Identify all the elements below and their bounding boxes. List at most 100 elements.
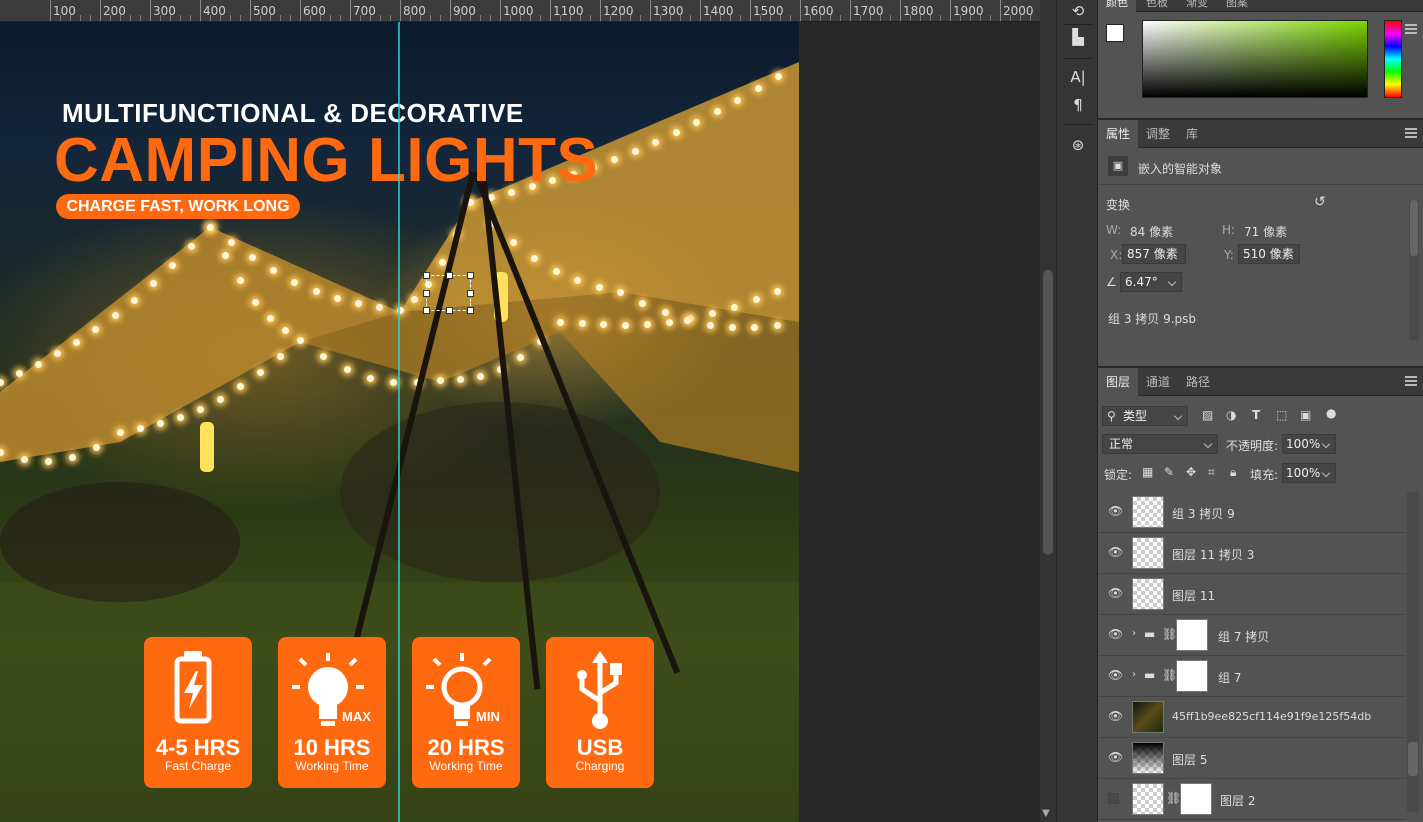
tagline-badge: CHARGE FAST, WORK LONG: [56, 194, 300, 219]
libraries-icon[interactable]: ⊛: [1067, 134, 1089, 156]
layer-row[interactable]: 👁︎ 图层 5: [1098, 738, 1406, 779]
clone-source-icon[interactable]: ▙: [1067, 26, 1089, 48]
layer-name[interactable]: 45ff1b9ee825cf114e91f9e125f54db: [1172, 710, 1371, 723]
height-value[interactable]: 71 像素: [1244, 223, 1287, 240]
layer-name[interactable]: 组 7: [1218, 669, 1241, 686]
layer-name[interactable]: 组 3 拷贝 9: [1172, 505, 1235, 522]
properties-scrollbar[interactable]: [1409, 200, 1419, 340]
transform-handle[interactable]: [467, 307, 474, 314]
layer-row[interactable]: 👁︎ 图层 11: [1098, 574, 1406, 615]
panel-menu-icon[interactable]: [1405, 24, 1417, 34]
transform-handle[interactable]: [446, 307, 453, 314]
lock-all-icon[interactable]: 🔒︎: [1230, 465, 1236, 480]
scrollbar-thumb[interactable]: [1408, 742, 1418, 776]
transform-handle[interactable]: [467, 290, 474, 297]
opacity-field[interactable]: 100%: [1282, 434, 1336, 454]
mask-link-icon[interactable]: ⛓︎: [1162, 668, 1177, 682]
layer-list[interactable]: 👁︎ 组 3 拷贝 9 👁︎ 图层 11 拷贝 3 👁︎ 图层 11 👁︎ ›: [1098, 492, 1423, 822]
layer-row[interactable]: 👁︎ 45ff1b9ee825cf114e91f9e125f54db: [1098, 697, 1406, 738]
canvas-vertical-scrollbar[interactable]: [1040, 0, 1056, 822]
lock-artboard-icon[interactable]: ⌗: [1208, 465, 1215, 480]
tab-paths[interactable]: 路径: [1178, 368, 1218, 396]
tab-layers[interactable]: 图层: [1098, 368, 1139, 396]
lock-position-icon[interactable]: ✥: [1186, 465, 1196, 479]
panel-menu-icon[interactable]: [1405, 128, 1417, 138]
tab-gradients[interactable]: 渐变: [1178, 0, 1216, 12]
tab-libraries[interactable]: 库: [1178, 120, 1206, 148]
layer-name[interactable]: 图层 11 拷贝 3: [1172, 546, 1254, 563]
layers-scrollbar[interactable]: [1407, 492, 1419, 812]
transform-selection-box[interactable]: [423, 272, 474, 314]
tab-swatches[interactable]: 色板: [1138, 0, 1176, 12]
blend-mode-select[interactable]: 正常: [1102, 434, 1218, 454]
mask-link-icon[interactable]: ⛓︎: [1166, 791, 1181, 805]
x-position-field[interactable]: 857 像素: [1122, 244, 1186, 264]
transform-handle[interactable]: [423, 272, 430, 279]
filter-shape-icon[interactable]: ⬚: [1276, 408, 1287, 422]
tab-adjustments[interactable]: 调整: [1138, 120, 1178, 148]
filter-pixel-icon[interactable]: ▨: [1202, 408, 1213, 422]
panel-menu-icon[interactable]: [1405, 376, 1417, 386]
tab-properties[interactable]: 属性: [1098, 120, 1139, 148]
paragraph-icon[interactable]: ¶: [1067, 94, 1089, 116]
layer-name[interactable]: 图层 11: [1172, 587, 1215, 604]
transform-handle[interactable]: [423, 290, 430, 297]
scrollbar-thumb[interactable]: [1043, 270, 1053, 555]
scrollbar-thumb[interactable]: [1410, 200, 1418, 256]
scroll-down-arrow-icon[interactable]: ▼: [1042, 808, 1050, 819]
visibility-eye-icon[interactable]: 👁︎: [1108, 668, 1123, 682]
foreground-color-swatch[interactable]: [1106, 24, 1124, 42]
tab-channels[interactable]: 通道: [1138, 368, 1178, 396]
ruler-tick: 1200: [600, 0, 634, 21]
layer-row[interactable]: 👁︎ 图层 11 拷贝 3: [1098, 533, 1406, 574]
layer-name[interactable]: 组 7 拷贝: [1218, 628, 1269, 645]
transform-handle[interactable]: [467, 272, 474, 279]
transform-handle[interactable]: [446, 272, 453, 279]
filter-smart-object-icon[interactable]: ▣: [1300, 408, 1311, 422]
ruler-minor-tick: [280, 15, 281, 21]
expand-chevron-icon[interactable]: ›: [1132, 628, 1136, 639]
visibility-eye-icon[interactable]: 👁︎: [1108, 709, 1123, 723]
lock-pixels-icon[interactable]: ✎: [1164, 465, 1174, 479]
layer-name[interactable]: 图层 2: [1220, 792, 1255, 809]
filter-type-icon[interactable]: T: [1252, 408, 1260, 422]
document-artwork[interactable]: MULTIFUNCTIONAL & DECORATIVE CAMPING LIG…: [0, 22, 799, 822]
light-bulb: [177, 413, 184, 421]
history-icon[interactable]: ⟲: [1067, 0, 1089, 22]
mask-link-icon[interactable]: ⛓︎: [1162, 627, 1177, 641]
visibility-eye-icon[interactable]: 👁︎: [1108, 627, 1123, 641]
character-icon[interactable]: A|: [1067, 66, 1089, 88]
light-bulb: [130, 296, 138, 304]
visibility-eye-icon[interactable]: 👁︎: [1108, 545, 1123, 559]
reset-transform-icon[interactable]: ↺: [1314, 194, 1326, 210]
ruler-tick: 700: [350, 0, 376, 21]
width-value[interactable]: 84 像素: [1130, 223, 1173, 240]
tab-color[interactable]: 颜色: [1098, 0, 1136, 12]
expand-chevron-icon[interactable]: ›: [1132, 669, 1136, 680]
layer-row[interactable]: 👁︎ › ▬ ⛓︎ 组 7 拷贝: [1098, 615, 1406, 656]
visibility-toggle-off[interactable]: [1108, 793, 1119, 804]
visibility-eye-icon[interactable]: 👁︎: [1108, 586, 1123, 600]
lock-transparent-icon[interactable]: ▦: [1142, 465, 1153, 479]
fill-field[interactable]: 100%: [1282, 463, 1336, 483]
transform-handle[interactable]: [423, 307, 430, 314]
divider: [1063, 58, 1093, 59]
layer-row[interactable]: ⛓︎ 图层 2: [1098, 779, 1406, 820]
ruler-minor-tick: [680, 15, 681, 21]
visibility-eye-icon[interactable]: 👁︎: [1108, 504, 1123, 518]
color-picker-field[interactable]: [1142, 20, 1368, 98]
angle-field[interactable]: 6.47°: [1120, 272, 1182, 292]
tab-patterns[interactable]: 图案: [1218, 0, 1256, 12]
layer-row[interactable]: 👁︎ › ▬ ⛓︎ 组 7: [1098, 656, 1406, 697]
layer-row[interactable]: 👁︎ 组 3 拷贝 9: [1098, 492, 1406, 533]
y-position-field[interactable]: 510 像素: [1238, 244, 1300, 264]
hue-slider[interactable]: [1384, 20, 1402, 98]
filter-adjustment-icon[interactable]: ◑: [1226, 408, 1236, 422]
canvas-area[interactable]: MULTIFUNCTIONAL & DECORATIVE CAMPING LIG…: [0, 22, 1040, 822]
layer-name[interactable]: 图层 5: [1172, 751, 1207, 768]
vertical-guide[interactable]: [398, 22, 400, 822]
ruler-minor-tick: [260, 15, 261, 21]
visibility-eye-icon[interactable]: 👁︎: [1108, 750, 1123, 764]
filter-toggle-icon[interactable]: ●: [1326, 406, 1336, 420]
horizontal-ruler[interactable]: 100 200 300 400 500 600 700 800 900 1000 1100 1200 1…: [0, 0, 1040, 22]
